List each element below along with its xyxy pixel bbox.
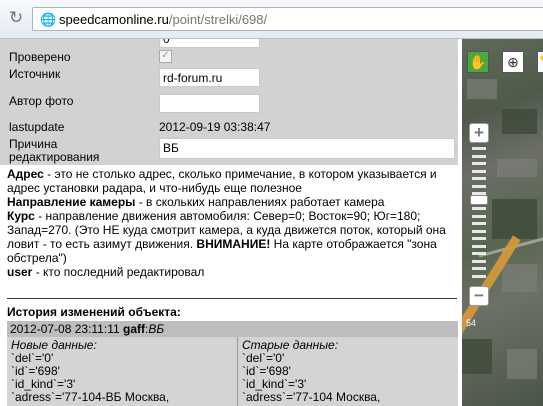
history-new-line: `adress`='77-104-ВБ Москва, — [11, 390, 170, 404]
lastupdate-label: lastupdate — [9, 120, 65, 134]
help-directions-term: Направление камеры — [7, 195, 136, 209]
map-block — [507, 349, 537, 379]
map-block — [492, 199, 537, 239]
url-host: speedcamonline.ru — [59, 12, 169, 27]
history-old-line: `adress`='77-104 Москва, — [242, 390, 381, 404]
help-attention-term: ВНИМАНИЕ! — [196, 237, 271, 251]
zoom-tick — [472, 184, 486, 188]
history-entry-reason: ВБ — [148, 322, 165, 336]
zoom-tick — [472, 274, 486, 278]
zoom-slider[interactable] — [470, 147, 488, 282]
globe-icon: 🌐 — [40, 12, 57, 27]
map-block — [497, 159, 537, 177]
help-user-term: user — [7, 265, 33, 279]
zoom-tick — [472, 177, 486, 180]
lastupdate-value: 2012-09-19 03:38:47 — [159, 120, 271, 134]
ruler-icon[interactable]: 📏 — [537, 51, 543, 73]
zoom-tick — [472, 244, 486, 248]
history-new-data: Новые данные: `del`='0' `id`='698' `id_k… — [7, 337, 235, 406]
zoom-tick — [472, 154, 486, 158]
help-user-text: - кто последний редактировал — [32, 265, 205, 279]
help-address-text: - это не столько адрес, сколько примечан… — [7, 167, 437, 195]
map-scale-label: 54 — [466, 318, 477, 328]
help-address: Адрес - это не столько адрес, сколько пр… — [7, 167, 457, 195]
history-entry-body: Новые данные: `del`='0' `id`='698' `id_k… — [7, 337, 458, 406]
top-field-input[interactable]: 0 — [159, 39, 260, 48]
zoom-tick — [472, 229, 486, 233]
zoom-tick — [472, 169, 486, 173]
history-entry-date: 2012-07-08 23:11:11 — [10, 322, 120, 336]
edit-reason-label: Причина редактирования — [9, 138, 99, 164]
map-block — [467, 79, 497, 99]
verified-label: Проверено — [9, 50, 71, 64]
zoom-tick — [472, 147, 486, 150]
help-course: Курс - направление движения автомобиля: … — [7, 209, 457, 265]
zoom-tick — [472, 162, 486, 165]
browser-address-bar: ↻ 🌐 speedcamonline.ru/point/strelki/698/ — [0, 0, 543, 39]
photo-author-label: Автор фото — [9, 94, 74, 108]
map-view[interactable]: ✋ ⊕ 📏 + − 54 — [462, 39, 543, 406]
help-user: user - кто последний редактировал — [7, 265, 457, 279]
source-label: Источник — [9, 67, 61, 81]
section-divider — [7, 298, 457, 299]
source-input[interactable]: rd-forum.ru — [159, 68, 260, 87]
zoom-tick — [472, 237, 486, 240]
help-course-term: Курс — [7, 209, 35, 223]
page-content: 0 Проверено ✓ Источник rd-forum.ru Автор… — [0, 39, 462, 406]
edit-reason-label-line2: редактирования — [9, 150, 100, 164]
help-directions-text: - в скольких направлениях работает камер… — [135, 195, 385, 209]
zoom-tick — [472, 207, 486, 210]
history-entry-header: 2012-07-08 23:11:11 gaff:ВБ — [7, 321, 458, 337]
url-text: speedcamonline.ru/point/strelki/698/ — [59, 12, 267, 27]
zoom-in-button[interactable]: + — [469, 123, 489, 143]
history-title: История изменений объекта: — [7, 305, 181, 319]
field-help-text: Адрес - это не столько адрес, сколько пр… — [7, 167, 457, 279]
url-path: /point/strelki/698/ — [168, 12, 268, 27]
photo-author-input[interactable] — [159, 94, 260, 113]
zoom-box-icon[interactable]: ⊕ — [502, 51, 524, 73]
help-directions: Направление камеры - в скольких направле… — [7, 195, 457, 209]
zoom-tick — [472, 222, 486, 225]
zoom-tick — [472, 214, 486, 218]
verified-checkbox[interactable]: ✓ — [159, 50, 172, 63]
edit-reason-input[interactable]: ВБ — [159, 138, 455, 159]
zoom-out-button[interactable]: − — [469, 286, 489, 306]
hand-pan-icon[interactable]: ✋ — [467, 51, 489, 73]
map-block — [502, 264, 537, 292]
history-entry-user: gaff — [123, 322, 145, 336]
edit-form: 0 Проверено ✓ Источник rd-forum.ru Автор… — [0, 39, 458, 165]
zoom-slider-thumb[interactable] — [470, 194, 488, 205]
help-address-term: Адрес — [7, 167, 44, 181]
refresh-icon[interactable]: ↻ — [6, 8, 26, 28]
zoom-tick — [472, 259, 486, 263]
map-block — [462, 339, 492, 374]
zoom-tick — [472, 252, 486, 255]
history-old-data: Старые данные: `del`='0' `id`='698' `id_… — [237, 337, 462, 406]
zoom-tick — [472, 267, 486, 270]
url-input[interactable]: 🌐 speedcamonline.ru/point/strelki/698/ — [32, 7, 543, 31]
map-block — [502, 109, 537, 134]
